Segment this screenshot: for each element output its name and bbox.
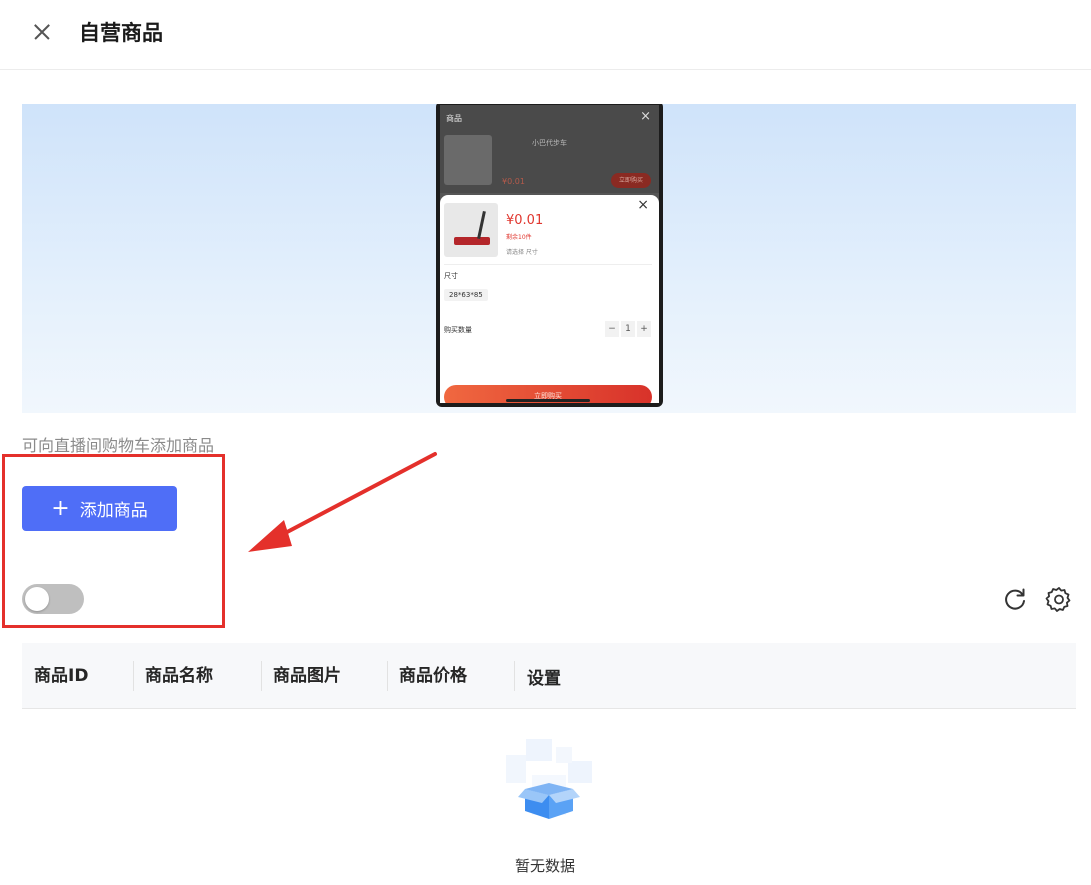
column-header-image[interactable]: 商品图片 (273, 643, 341, 709)
product-thumbnail-dim (444, 135, 492, 185)
preview-dim-price: ¥0.01 (502, 177, 525, 186)
purchase-sheet: × ¥0.01 剩余10件 请选择 尺寸 尺寸 28*63*85 购买数量 − … (440, 195, 659, 403)
modal-header: 自营商品 (0, 0, 1091, 70)
annotation-arrow-icon (248, 452, 437, 552)
column-header-id[interactable]: 商品ID (34, 643, 88, 709)
refresh-icon[interactable] (1001, 585, 1029, 613)
gear-icon[interactable] (1045, 585, 1073, 613)
sheet-select-hint: 请选择 尺寸 (506, 249, 538, 256)
empty-box-icon (506, 739, 592, 819)
column-divider (514, 661, 515, 691)
column-header-price[interactable]: 商品价格 (399, 643, 467, 709)
home-indicator (506, 399, 590, 402)
sheet-stock: 剩余10件 (506, 234, 532, 241)
quantity-value: 1 (621, 321, 635, 337)
size-option: 28*63*85 (444, 289, 488, 301)
scooter-image (444, 203, 498, 257)
add-product-button[interactable]: + 添加商品 (22, 486, 177, 531)
phone-screen: 商品 × 小巴代步车 ¥0.01 立即购买 × ¥0.01 剩余10件 请选择 … (440, 105, 659, 403)
preview-banner: 商品 × 小巴代步车 ¥0.01 立即购买 × ¥0.01 剩余10件 请选择 … (22, 104, 1076, 413)
close-icon[interactable] (30, 20, 54, 44)
sheet-divider (444, 264, 652, 265)
toggle-switch[interactable] (22, 584, 84, 614)
phone-preview: 商品 × 小巴代步车 ¥0.01 立即购买 × ¥0.01 剩余10件 请选择 … (436, 104, 663, 407)
quantity-stepper: − 1 + (603, 321, 651, 337)
product-list-dim: 商品 × 小巴代步车 ¥0.01 立即购买 (440, 105, 659, 193)
preview-top-title: 商品 (446, 114, 462, 123)
quantity-label: 购买数量 (444, 326, 472, 334)
empty-state-text: 暂无数据 (515, 857, 576, 875)
plus-icon: + (637, 321, 651, 337)
table-header: 商品ID 商品名称 商品图片 商品价格 设置 (22, 643, 1076, 709)
column-header-name[interactable]: 商品名称 (145, 643, 213, 709)
page-title: 自营商品 (79, 21, 163, 45)
description-text: 可向直播间购物车添加商品 (22, 436, 215, 455)
column-divider (133, 661, 134, 691)
add-product-label: 添加商品 (79, 501, 148, 521)
size-label: 尺寸 (444, 272, 458, 280)
column-divider (387, 661, 388, 691)
minus-icon: − (605, 321, 619, 337)
column-divider (261, 661, 262, 691)
column-header-settings[interactable]: 设置 (527, 646, 561, 712)
plus-icon: + (51, 495, 70, 521)
preview-close-icon: × (640, 109, 651, 124)
sheet-price: ¥0.01 (506, 213, 544, 228)
preview-dim-button: 立即购买 (611, 173, 651, 188)
preview-product-name: 小巴代步车 (532, 139, 567, 147)
sheet-close-icon: × (637, 197, 649, 213)
